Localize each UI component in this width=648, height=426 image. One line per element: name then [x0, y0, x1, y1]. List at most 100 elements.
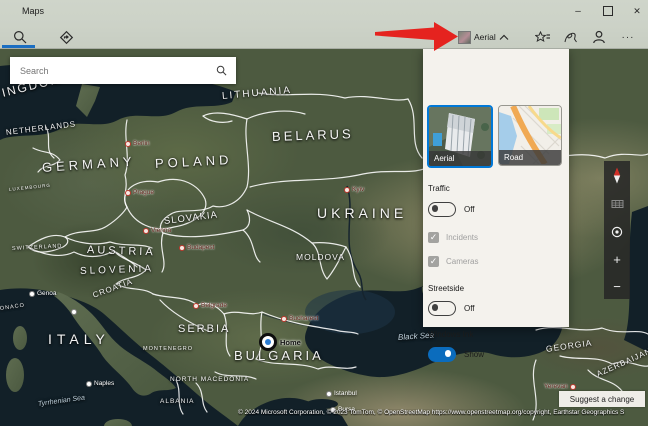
- cameras-checkbox[interactable]: ✓: [428, 256, 439, 267]
- city-dot-icon: [281, 315, 287, 322]
- streetside-state: Off: [464, 304, 475, 313]
- city-marker: Naples: [86, 380, 114, 387]
- traffic-state: Off: [464, 205, 475, 214]
- map-views-button[interactable]: Aerial: [458, 27, 509, 47]
- aerial-thumbnail-label: Aerial: [429, 151, 491, 166]
- city-dot-icon: [71, 309, 77, 315]
- traffic-toggle[interactable]: [428, 202, 456, 217]
- locate-icon[interactable]: [610, 225, 624, 239]
- streetside-toggle[interactable]: [428, 301, 456, 316]
- city-marker: Prague: [125, 189, 154, 196]
- cameras-checkbox-row[interactable]: ✓ Cameras: [428, 256, 478, 267]
- city-dot-icon: [193, 302, 199, 309]
- city-label: Genoa: [37, 290, 57, 297]
- city-marker: Kyiv: [344, 186, 364, 193]
- windows-ink-state: Show: [464, 350, 485, 359]
- suggest-a-change-button[interactable]: Suggest a change: [559, 391, 645, 407]
- app-title: Maps: [22, 6, 45, 16]
- zoom-in-button[interactable]: +: [613, 253, 621, 266]
- city-label: Istanbul: [334, 390, 357, 397]
- road-view-option[interactable]: Road: [498, 105, 562, 166]
- city-dot-icon: [326, 390, 332, 397]
- city-dot-icon: [143, 227, 149, 234]
- search-tab-button[interactable]: [10, 27, 30, 47]
- person-icon: [593, 30, 605, 44]
- incidents-checkbox-row[interactable]: ✓ Incidents: [428, 232, 478, 243]
- country-label: SERBIA: [178, 323, 231, 335]
- directions-icon: [59, 30, 73, 44]
- city-label: Berlin: [133, 140, 150, 147]
- maximize-button[interactable]: [593, 0, 623, 22]
- chevron-up-icon: [499, 34, 509, 40]
- favorites-star-icon: [535, 30, 550, 42]
- country-label: ITALY: [48, 331, 110, 347]
- directions-button[interactable]: [56, 27, 76, 47]
- incidents-checkbox[interactable]: ✓: [428, 232, 439, 243]
- favorites-button[interactable]: [533, 27, 553, 47]
- city-label: Belgrade: [201, 302, 228, 309]
- city-dot-icon: [86, 380, 92, 387]
- ink-pen-icon: [564, 32, 577, 42]
- home-marker[interactable]: Home: [259, 333, 301, 351]
- home-label: Home: [280, 337, 301, 347]
- city-dot-icon: [569, 383, 576, 390]
- country-label: ALBANIA: [160, 398, 195, 405]
- city-marker: [71, 309, 79, 315]
- city-label: Naples: [94, 380, 115, 387]
- city-marker: Belgrade: [193, 302, 227, 309]
- streetside-label: Streetside: [428, 284, 465, 293]
- zoom-out-button[interactable]: −: [613, 280, 621, 293]
- aerial-view-option[interactable]: Aerial: [427, 105, 493, 168]
- city-marker: Genoa: [29, 290, 57, 297]
- search-box[interactable]: [10, 57, 236, 84]
- map-attribution: © 2024 Microsoft Corporation, © 2023 Tom…: [238, 409, 625, 416]
- map-control-bar: + −: [604, 161, 630, 299]
- compass-icon[interactable]: [611, 167, 623, 184]
- map-views-button-label: Aerial: [474, 32, 496, 42]
- country-label: AUSTRIA: [86, 244, 156, 259]
- city-dot-icon: [125, 140, 131, 147]
- windows-ink-toggle[interactable]: [428, 347, 456, 362]
- country-label: BELARUS: [271, 126, 354, 144]
- city-dot-icon: [179, 244, 185, 251]
- aerial-mini-thumbnail-icon: [458, 30, 471, 44]
- country-label: NORTH MACEDONIA: [170, 376, 250, 383]
- cameras-label: Cameras: [446, 257, 479, 266]
- city-marker: Istanbul: [326, 390, 357, 397]
- search-input[interactable]: [10, 64, 216, 77]
- city-label: Bucharest: [289, 315, 319, 322]
- minimize-button[interactable]: –: [563, 0, 593, 22]
- city-marker: Bucharest: [281, 315, 318, 322]
- city-marker: Vienna: [143, 227, 171, 234]
- city-marker: Budapest: [179, 244, 214, 251]
- country-label: UKRAINE: [317, 205, 408, 221]
- search-icon[interactable]: [216, 65, 227, 76]
- search-icon: [14, 31, 27, 44]
- city-label: Budapest: [187, 244, 215, 251]
- country-label: MOLDOVA: [296, 252, 345, 262]
- city-marker: Berlin: [125, 140, 150, 147]
- city-dot-icon: [344, 186, 350, 193]
- active-tab-indicator: [2, 45, 35, 48]
- windows-ink-toolbar-button[interactable]: [561, 27, 581, 47]
- home-dot: [259, 333, 277, 351]
- city-label: Kyiv: [352, 186, 365, 193]
- city-dot-icon: [29, 290, 35, 297]
- incidents-label: Incidents: [446, 233, 479, 242]
- toolbar: Aerial ···: [0, 26, 648, 49]
- map-views-flyout: Aerial Road Traffic Off ✓ Incidents ✓ Ca…: [423, 48, 569, 362]
- maximize-icon: [603, 6, 613, 16]
- city-label: Prague: [133, 189, 154, 196]
- windows-ink-label: Windows Ink: [428, 330, 474, 339]
- city-label: Vienna: [151, 227, 172, 234]
- account-button[interactable]: [589, 27, 609, 47]
- traffic-label: Traffic: [428, 184, 450, 193]
- country-label: MONTENEGRO: [143, 346, 194, 352]
- tilt-icon[interactable]: [611, 199, 624, 209]
- city-label: Yerevan: [544, 383, 568, 390]
- road-thumbnail-label: Road: [499, 150, 561, 165]
- city-dot-icon: [125, 189, 131, 196]
- title-bar: Maps: [0, 0, 648, 26]
- close-button[interactable]: ✕: [622, 0, 648, 22]
- more-button[interactable]: ···: [616, 27, 640, 47]
